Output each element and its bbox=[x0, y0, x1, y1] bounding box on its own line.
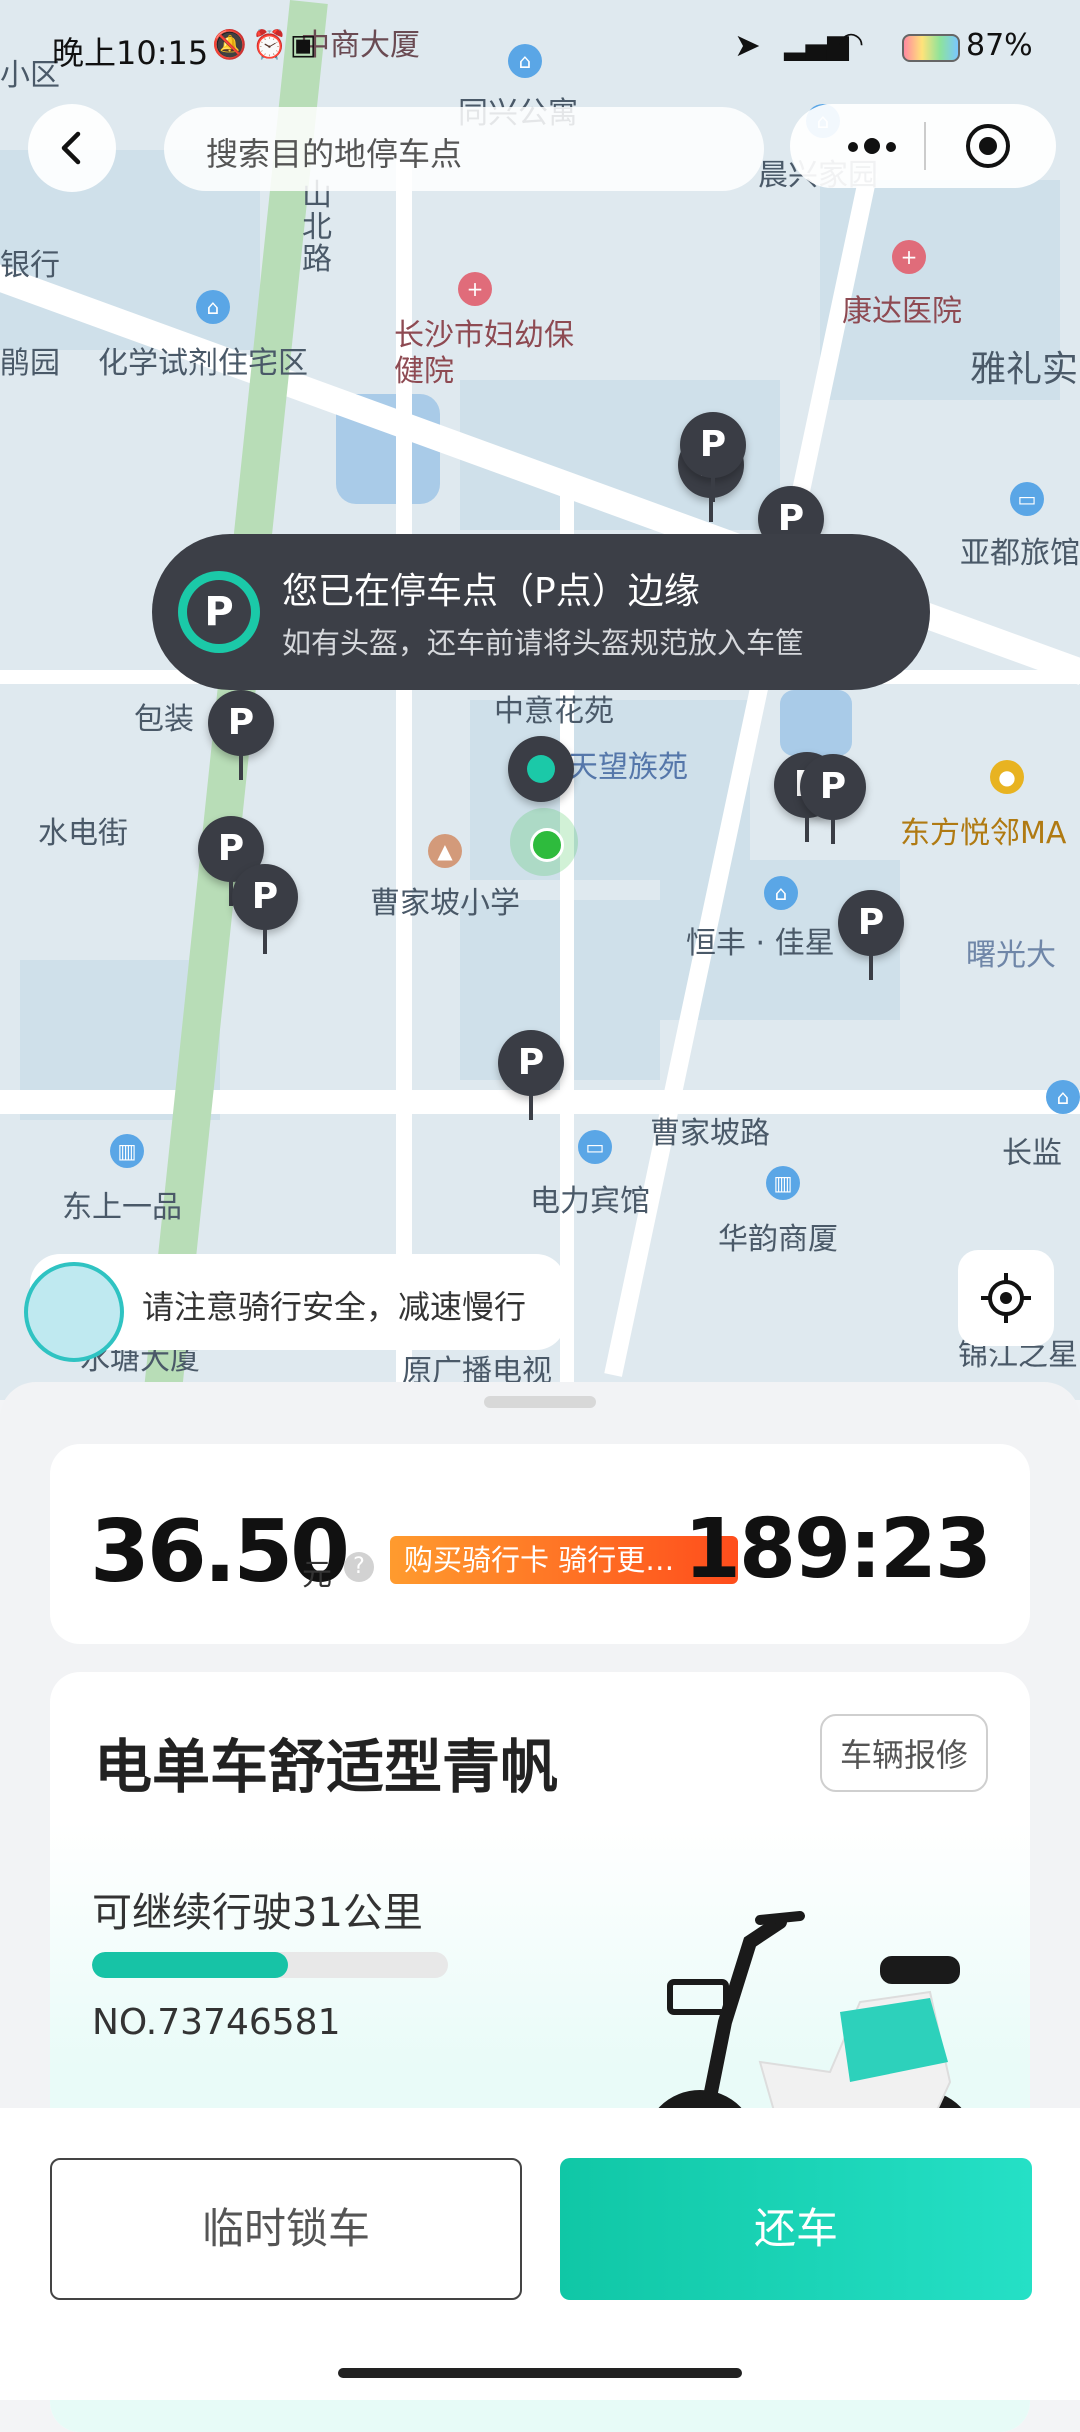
map-label: 中意花苑 bbox=[494, 694, 614, 729]
poi-home-icon: ⌂ bbox=[764, 876, 798, 910]
poi-building-icon: ▥ bbox=[766, 1166, 800, 1200]
fare-unit: 元 bbox=[302, 1558, 332, 1593]
map-label: 银行 bbox=[0, 248, 60, 283]
crosshair-icon bbox=[981, 1273, 1031, 1323]
toast-subtitle: 如有头盔，还车前请将头盔规范放入车筐 bbox=[282, 626, 805, 660]
poi-hotel-icon: ▭ bbox=[578, 1130, 612, 1164]
parking-status-toast: P 您已在停车点（P点）边缘 如有头盔，还车前请将头盔规范放入车筐 bbox=[152, 534, 930, 690]
miniprogram-capsule bbox=[790, 104, 1056, 188]
map-label: 亚都旅馆 bbox=[960, 536, 1080, 571]
remaining-range: 可继续行驶31公里 bbox=[92, 1890, 423, 1936]
poi-home-icon: ⌂ bbox=[1046, 1080, 1080, 1114]
poi-hospital-icon: + bbox=[892, 240, 926, 274]
search-placeholder: 搜索目的地停车点 bbox=[206, 135, 463, 173]
fare-help-icon[interactable]: ? bbox=[344, 1552, 374, 1582]
status-bar: 晚上10:15 🔕 ⏰ ▣ ➤ ▂▄▆ ◠ 87% bbox=[0, 0, 1080, 96]
battery-progress-fill bbox=[92, 1952, 288, 1978]
safety-tip: 请注意骑行安全，减速慢行 bbox=[24, 1254, 566, 1362]
close-miniprogram-button[interactable] bbox=[964, 122, 1012, 170]
location-arrow-icon: ➤ bbox=[734, 26, 761, 64]
temp-lock-button[interactable]: 临时锁车 bbox=[50, 2158, 522, 2300]
map-label: 曹家坡路 bbox=[650, 1116, 770, 1151]
parking-pin[interactable]: P bbox=[838, 890, 904, 980]
locate-me-button[interactable] bbox=[958, 1250, 1054, 1346]
map-label: 东方悦邻MA bbox=[900, 816, 1067, 851]
app-notification-icon: ▣ bbox=[290, 28, 317, 61]
chevron-left-icon bbox=[61, 131, 81, 165]
wifi-icon: ◠ bbox=[838, 26, 865, 61]
ride-duration: 189:23 bbox=[683, 1502, 992, 1597]
map-label: 雅礼实 bbox=[970, 349, 1079, 390]
poi-hospital-icon: + bbox=[458, 272, 492, 306]
poi-home-icon: ⌂ bbox=[196, 290, 230, 324]
bike-serial-number: NO.73746581 bbox=[92, 2002, 341, 2043]
more-dot-icon bbox=[864, 138, 880, 154]
parking-pin[interactable]: P bbox=[232, 864, 298, 954]
home-indicator[interactable] bbox=[338, 2368, 742, 2378]
map-label: 康达医院 bbox=[842, 294, 962, 329]
poi-building-icon: ▥ bbox=[110, 1134, 144, 1168]
parking-pin[interactable]: P bbox=[208, 690, 274, 780]
mascot-icon bbox=[24, 1262, 124, 1362]
more-dot-icon bbox=[848, 142, 858, 152]
poi-hotel-icon: ▭ bbox=[1010, 482, 1044, 516]
map-label: 恒丰 · 佳星 bbox=[686, 926, 835, 961]
map-label: 曙光大 bbox=[966, 938, 1056, 973]
toast-title: 您已在停车点（P点）边缘 bbox=[282, 571, 700, 612]
map-label: 长监 bbox=[1002, 1136, 1062, 1171]
battery-progress-bar bbox=[92, 1952, 448, 1978]
map-view[interactable]: 中商大厦 同兴公寓 晨兴家园 山北路 康达医院 雅礼实 长沙市妇幼保健院 化学试… bbox=[0, 0, 1080, 1400]
safety-tip-text: 请注意骑行安全，减速慢行 bbox=[142, 1288, 527, 1326]
parking-pin[interactable]: P bbox=[680, 412, 746, 502]
map-label: 包装 bbox=[134, 702, 194, 737]
target-close-icon bbox=[966, 124, 1010, 168]
battery-icon bbox=[902, 34, 960, 62]
bike-model-name: 电单车舒适型青帆 bbox=[94, 1733, 559, 1801]
sheet-drag-handle[interactable] bbox=[484, 1396, 596, 1408]
parking-badge-icon: P bbox=[178, 571, 260, 653]
poi-mall-icon: ● bbox=[990, 760, 1024, 794]
user-location-icon bbox=[530, 828, 564, 862]
map-label: 电力宾馆 bbox=[530, 1184, 650, 1219]
parking-pin[interactable]: P bbox=[498, 1030, 564, 1120]
map-label: 山北路 bbox=[302, 178, 332, 277]
parking-pin[interactable]: P bbox=[800, 754, 866, 844]
repair-report-button[interactable]: 车辆报修 bbox=[820, 1714, 988, 1792]
mute-icon: 🔕 bbox=[212, 28, 247, 61]
map-label: 天望族苑 bbox=[568, 750, 688, 785]
current-parking-marker bbox=[508, 736, 574, 802]
return-bike-button[interactable]: 还车 bbox=[560, 2158, 1032, 2300]
map-label: 曹家坡小学 bbox=[370, 886, 520, 921]
status-time: 晚上10:15 bbox=[52, 34, 209, 72]
capsule-divider bbox=[924, 122, 926, 170]
back-button[interactable] bbox=[28, 104, 116, 192]
fare-card: 36.50 元 ? 购买骑行卡 骑行更… 189:23 bbox=[50, 1444, 1030, 1644]
alarm-icon: ⏰ bbox=[252, 28, 287, 61]
map-label: 鹃园 bbox=[0, 346, 60, 381]
battery-percent: 87% bbox=[966, 28, 1033, 63]
map-water bbox=[780, 690, 852, 756]
map-label: 水电街 bbox=[38, 816, 128, 851]
map-label: 东上一品 bbox=[62, 1190, 182, 1225]
search-bar[interactable]: 搜索目的地停车点 bbox=[164, 107, 764, 191]
map-label: 长沙市妇幼保健院 bbox=[394, 318, 574, 389]
more-dot-icon bbox=[886, 142, 896, 152]
map-label: 华韵商厦 bbox=[718, 1222, 838, 1257]
poi-school-icon: ▲ bbox=[428, 834, 462, 868]
map-label: 化学试剂住宅区 bbox=[98, 346, 308, 381]
